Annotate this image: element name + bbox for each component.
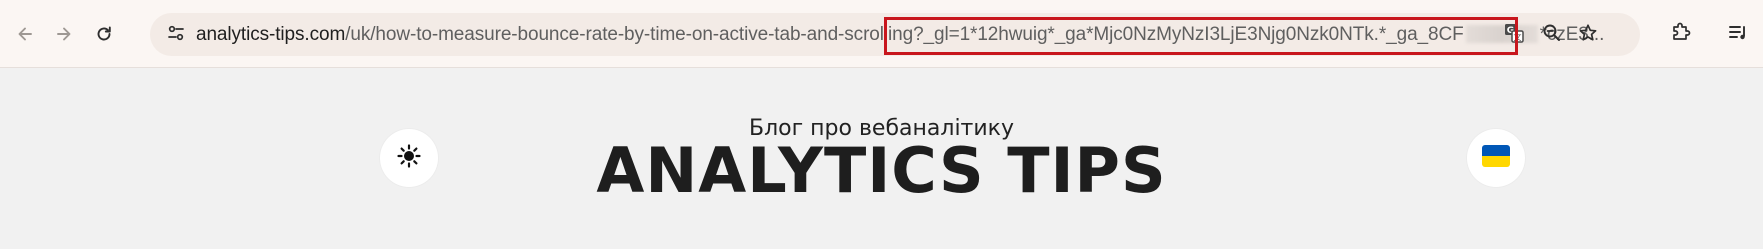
translate-icon: G 文 bbox=[1503, 22, 1525, 49]
browser-toolbar: analytics-tips.com/uk/how-to-measure-bou… bbox=[0, 0, 1763, 68]
back-button[interactable] bbox=[8, 17, 42, 51]
language-switch-button[interactable] bbox=[1467, 129, 1525, 187]
svg-text:文: 文 bbox=[1514, 32, 1522, 42]
url-query-start: ?_gl=1*12hwuig*_ga*Mjc0NzMyNzI3LjE3Njg0N… bbox=[913, 24, 1464, 45]
site-info-button[interactable] bbox=[160, 19, 192, 51]
url-text[interactable]: analytics-tips.com/uk/how-to-measure-bou… bbox=[196, 25, 1604, 45]
tune-icon bbox=[166, 23, 186, 48]
reload-icon bbox=[94, 24, 114, 44]
forward-button[interactable] bbox=[47, 17, 81, 51]
back-arrow-icon bbox=[15, 24, 35, 44]
star-icon bbox=[1578, 23, 1598, 48]
url-domain: analytics-tips.com bbox=[196, 24, 346, 45]
forward-arrow-icon bbox=[54, 24, 74, 44]
puzzle-icon bbox=[1670, 21, 1692, 48]
reading-list-icon bbox=[1727, 21, 1749, 48]
address-bar[interactable]: analytics-tips.com/uk/how-to-measure-bou… bbox=[150, 13, 1640, 56]
reading-list-button[interactable] bbox=[1721, 17, 1755, 51]
page-content: Блог про вебаналітику ANALYTICS TIPS bbox=[0, 68, 1763, 249]
url-path: /uk/how-to-measure-bounce-rate-by-time-o… bbox=[345, 24, 914, 45]
reload-button[interactable] bbox=[87, 17, 121, 51]
bookmark-button[interactable] bbox=[1570, 17, 1606, 53]
zoom-button[interactable] bbox=[1534, 17, 1570, 53]
extensions-button[interactable] bbox=[1664, 17, 1698, 51]
translate-button[interactable]: G 文 bbox=[1496, 17, 1532, 53]
ukraine-flag-icon bbox=[1482, 144, 1510, 172]
zoom-out-icon bbox=[1542, 23, 1562, 48]
